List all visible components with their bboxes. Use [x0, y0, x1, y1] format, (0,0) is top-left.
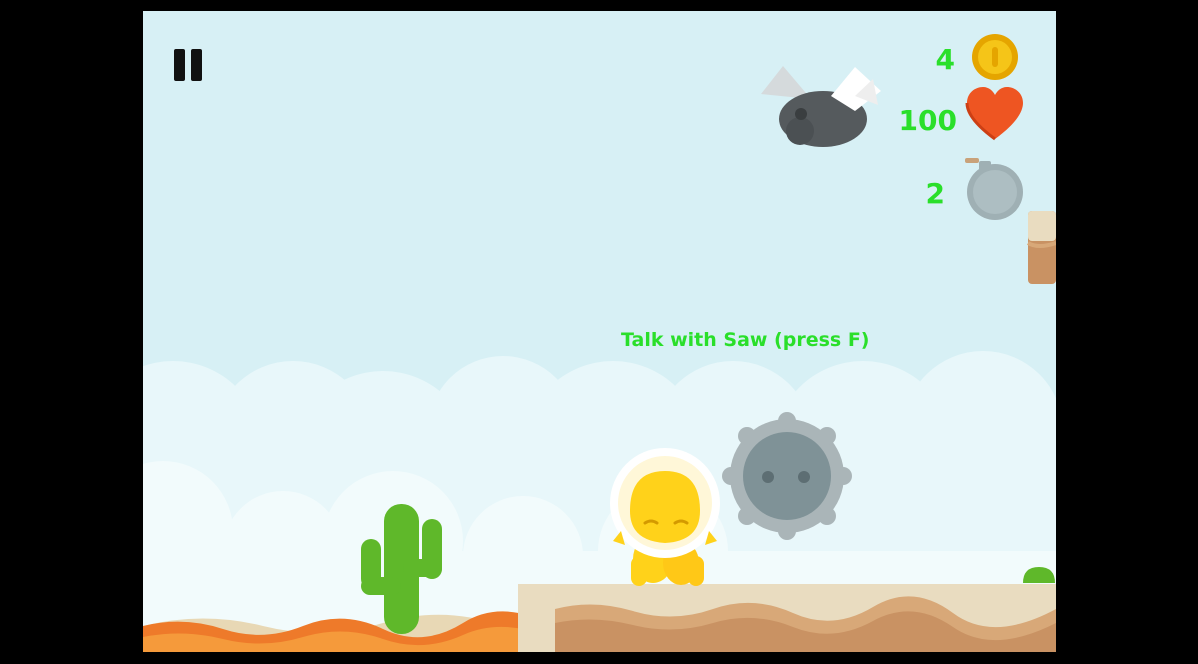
game-viewport[interactable]: 4 100 2 Talk with Saw (press F): [143, 11, 1056, 652]
floating-ledge: [1026, 211, 1056, 284]
bomb-icon: [965, 158, 1023, 220]
health-count: 100: [898, 104, 957, 137]
pause-icon: [191, 49, 202, 81]
flying-enemy: [761, 66, 881, 147]
coin-count: 4: [935, 43, 955, 76]
ground-platform: [518, 584, 1056, 652]
pause-icon: [174, 49, 185, 81]
pause-button[interactable]: [171, 47, 207, 83]
heart-icon: [965, 87, 1023, 141]
talk-prompt: Talk with Saw (press F): [621, 329, 870, 351]
coin-icon: [972, 34, 1018, 80]
saw-npc[interactable]: [722, 412, 852, 540]
bomb-count: 2: [925, 177, 945, 210]
